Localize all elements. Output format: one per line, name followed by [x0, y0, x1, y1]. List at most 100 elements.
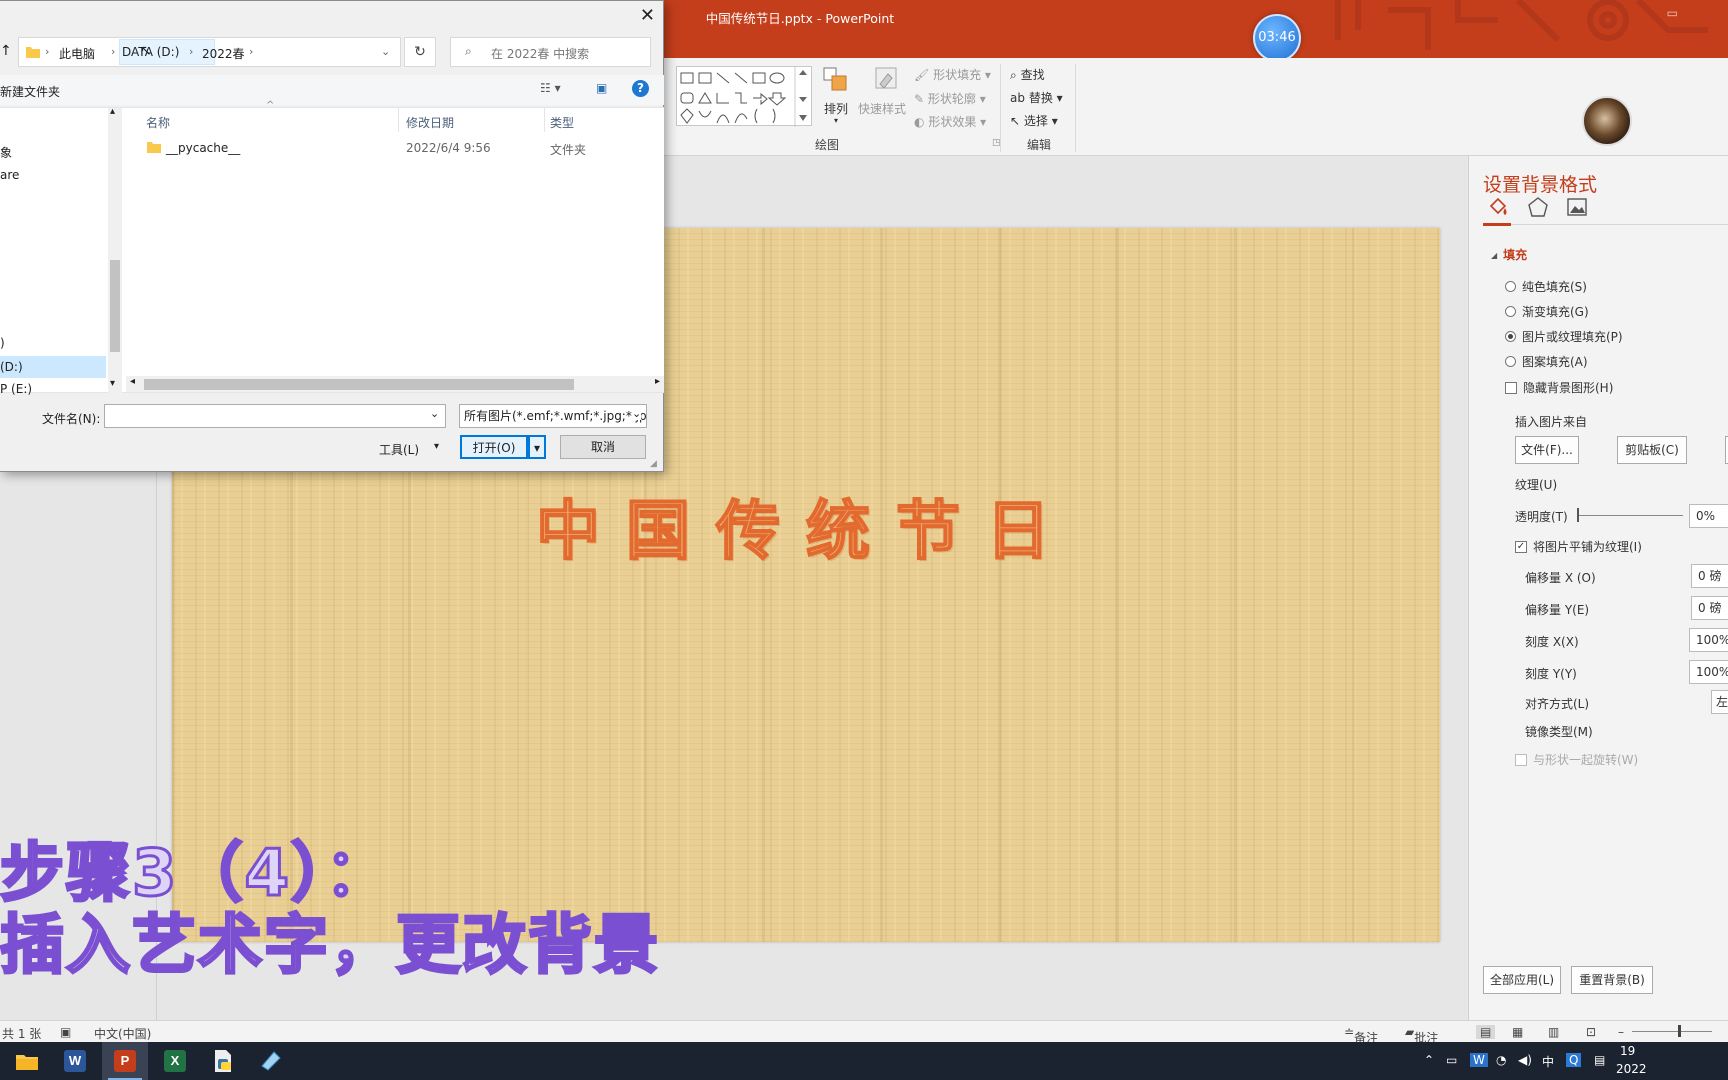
checkbox-box-checked[interactable]: ✓ — [1515, 540, 1527, 553]
action-center-icon[interactable]: ▤ — [1594, 1053, 1605, 1067]
arrange-icon[interactable] — [822, 66, 850, 101]
nav-item-objects[interactable]: 象 — [0, 144, 12, 161]
picture-tab-icon[interactable] — [1566, 196, 1588, 221]
tools-dropdown-icon[interactable]: ▾ — [434, 441, 439, 452]
radio-solid-fill[interactable]: 纯色填充(S) — [1505, 278, 1587, 295]
transparency-slider-track[interactable] — [1577, 515, 1683, 516]
language-indicator[interactable]: 中文(中国) — [94, 1025, 151, 1042]
ime-indicator[interactable]: 中 — [1542, 1053, 1554, 1070]
slideshow-icon[interactable]: ⊡ — [1586, 1025, 1596, 1039]
battery-icon[interactable]: ▭ — [1446, 1053, 1457, 1067]
clock-time[interactable]: 19 — [1620, 1044, 1635, 1058]
shape-outline-button[interactable]: ✎ 形状轮廓 ▾ — [914, 90, 986, 107]
offset-y-input[interactable]: 0 磅 — [1691, 596, 1728, 620]
radio-button-selected[interactable] — [1505, 331, 1516, 342]
wechat-tray-icon[interactable]: W — [1470, 1053, 1488, 1067]
breadcrumb-2022-spring[interactable]: 2022春 — [202, 45, 245, 62]
replace-button[interactable]: ab 替换 ▾ — [1010, 89, 1063, 106]
notes-button[interactable]: ≐ 备注 — [1344, 1025, 1378, 1045]
find-button[interactable]: ⌕ 查找 — [1010, 66, 1045, 83]
scale-x-input[interactable]: 100% — [1689, 628, 1728, 652]
scroll-left-icon[interactable]: ◂ — [130, 376, 135, 387]
transparency-slider-thumb[interactable] — [1577, 508, 1579, 522]
clock-date[interactable]: 2022 — [1616, 1062, 1647, 1076]
taskbar-file-explorer[interactable] — [4, 1042, 50, 1080]
tools-menu[interactable]: 工具(L) — [379, 441, 419, 458]
offset-x-input[interactable]: 0 磅 — [1691, 564, 1728, 588]
tile-texture-checkbox[interactable]: ✓ 将图片平铺为纹理(I) — [1515, 538, 1642, 555]
chevron-right-icon[interactable]: › — [45, 45, 49, 58]
help-icon[interactable]: ? — [632, 80, 649, 97]
address-bar[interactable]: › 此电脑 › DATA (D:) › 2022春 › ⌄ ↖ — [18, 37, 401, 67]
nav-item-e-drive[interactable]: P (E:) — [0, 382, 32, 396]
fill-tab-icon[interactable] — [1487, 196, 1509, 221]
network-icon[interactable]: ◔ — [1496, 1053, 1506, 1067]
effects-tab-icon[interactable] — [1527, 196, 1549, 221]
quick-styles-icon[interactable] — [870, 64, 902, 99]
filename-input[interactable] — [104, 404, 446, 428]
normal-view-icon[interactable]: ▤ — [1476, 1025, 1496, 1039]
preview-pane-icon[interactable]: ▣ — [596, 81, 607, 95]
user-avatar[interactable] — [1582, 96, 1632, 146]
scroll-down-icon[interactable]: ▾ — [110, 378, 115, 389]
wordart-title[interactable]: 中国传统节日 — [172, 480, 1440, 572]
column-header-date[interactable]: 修改日期 — [406, 114, 454, 131]
file-row[interactable]: __pycache__ 2022/6/4 9:56 文件夹 — [126, 138, 664, 160]
chevron-down-icon[interactable]: ⌄ — [381, 45, 390, 58]
alignment-select[interactable]: 左 — [1711, 690, 1728, 714]
taskbar-excel[interactable]: X — [152, 1042, 198, 1080]
scrollbar-thumb[interactable] — [144, 379, 574, 390]
resize-grip-icon[interactable]: ◢ — [650, 459, 657, 469]
scroll-right-icon[interactable]: ▸ — [655, 376, 660, 387]
scale-y-input[interactable]: 100% — [1689, 660, 1728, 684]
clipboard-button[interactable]: 剪贴板(C) — [1617, 436, 1687, 464]
transparency-input[interactable]: 0% — [1689, 504, 1728, 528]
scrollbar-thumb[interactable] — [110, 260, 120, 352]
up-arrow-icon[interactable]: ↑ — [0, 43, 12, 59]
scroll-up-icon[interactable]: ▴ — [110, 106, 115, 117]
chevron-down-icon[interactable]: ⌄ — [430, 407, 439, 420]
select-button[interactable]: ↖ 选择 ▾ — [1010, 112, 1058, 129]
new-folder-button[interactable]: 新建文件夹 — [0, 83, 60, 100]
radio-button[interactable] — [1505, 356, 1516, 367]
nav-item-data-drive[interactable]: (D:) — [0, 360, 23, 374]
radio-picture-fill[interactable]: 图片或纹理填充(P) — [1505, 328, 1623, 345]
comments-button[interactable]: ▰ 批注 — [1405, 1025, 1438, 1045]
apply-to-all-button[interactable]: 全部应用(L) — [1483, 966, 1561, 994]
spellcheck-icon[interactable]: ▣ — [60, 1025, 71, 1039]
column-header-name[interactable]: 名称 — [146, 114, 170, 131]
arrange-button[interactable]: 排列 — [824, 100, 848, 117]
checkbox-box[interactable] — [1505, 381, 1517, 394]
taskbar-powerpoint[interactable]: P — [102, 1042, 148, 1080]
reading-view-icon[interactable]: ▥ — [1548, 1025, 1559, 1039]
radio-button[interactable] — [1505, 306, 1516, 317]
file-list-horizontal-scrollbar[interactable]: ◂ ▸ — [126, 376, 664, 392]
volume-icon[interactable]: ◀) — [1518, 1053, 1532, 1067]
close-icon[interactable]: ✕ — [640, 5, 655, 26]
arrange-dropdown-icon[interactable]: ▾ — [834, 116, 838, 125]
shape-fill-button[interactable]: 🖌 形状填充 ▾ — [914, 66, 991, 83]
hide-bg-graphics-checkbox[interactable]: 隐藏背景图形(H) — [1505, 379, 1613, 396]
file-type-filter[interactable]: 所有图片(*.emf;*.wmf;*.jpg;*.jpeg — [459, 404, 647, 428]
chevron-right-icon[interactable]: › — [189, 45, 193, 58]
search-box[interactable]: ⌕ 在 2022春 中搜索 — [450, 37, 651, 67]
taskbar-python-script[interactable] — [200, 1042, 246, 1080]
open-dropdown-button[interactable]: ▾ — [528, 435, 546, 459]
zoom-slider[interactable] — [1632, 1031, 1712, 1032]
qq-tray-icon[interactable]: Q — [1566, 1053, 1582, 1067]
cancel-button[interactable]: 取消 — [560, 435, 646, 459]
nav-vertical-scrollbar[interactable]: ▴ ▾ — [108, 106, 122, 394]
chevron-right-icon[interactable]: › — [111, 45, 115, 58]
file-button[interactable]: 文件(F)... — [1515, 436, 1579, 464]
reset-background-button[interactable]: 重置背景(B) — [1571, 966, 1653, 994]
taskbar-word[interactable]: W — [52, 1042, 98, 1080]
breadcrumb-this-pc[interactable]: 此电脑 — [59, 45, 95, 62]
nav-item-drive[interactable]: ) — [0, 336, 5, 350]
taskbar-notes-app[interactable] — [248, 1042, 294, 1080]
radio-gradient-fill[interactable]: 渐变填充(G) — [1505, 303, 1589, 320]
radio-pattern-fill[interactable]: 图案填充(A) — [1505, 353, 1588, 370]
zoom-slider-thumb[interactable] — [1678, 1025, 1681, 1037]
chevron-right-icon[interactable]: › — [249, 45, 253, 58]
fill-section-header[interactable]: 填充 — [1491, 246, 1527, 263]
column-header-type[interactable]: 类型 — [550, 114, 574, 131]
